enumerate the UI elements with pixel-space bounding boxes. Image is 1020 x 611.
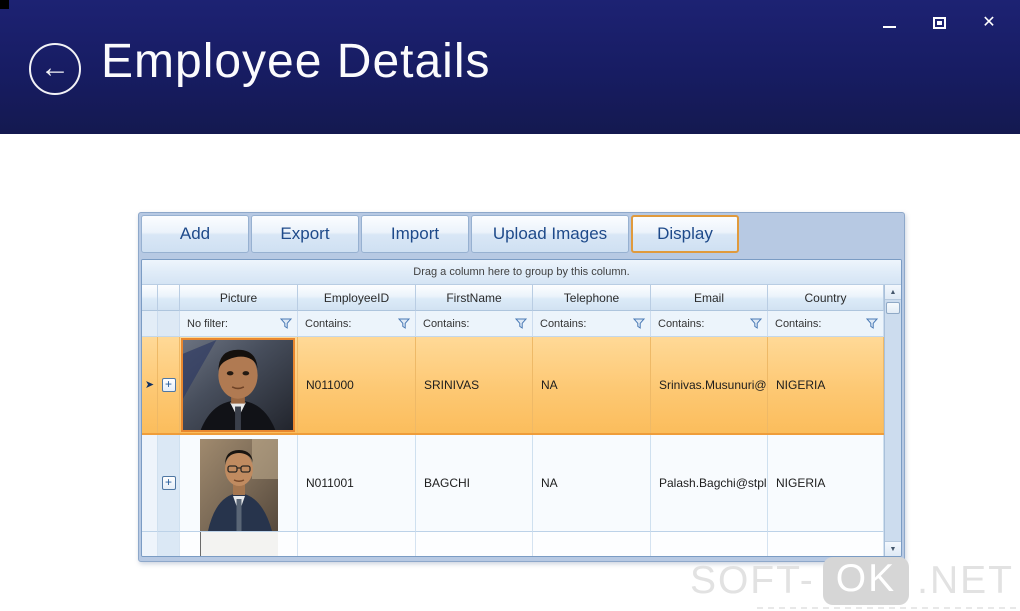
filter-firstname[interactable]: Contains:	[416, 311, 533, 337]
minimize-icon	[882, 26, 896, 28]
watermark-badge: OK	[822, 557, 910, 605]
filter-employeeid[interactable]: Contains:	[298, 311, 416, 337]
group-by-drop-area[interactable]: Drag a column here to group by this colu…	[142, 260, 901, 285]
employeeid-cell[interactable]: N011000	[298, 337, 416, 433]
column-header-row: Picture EmployeeID FirstName Telephone E…	[142, 285, 884, 311]
watermark-prefix: SOFT-	[689, 559, 815, 602]
filter-icon[interactable]	[280, 318, 292, 329]
column-header-employeeid[interactable]: EmployeeID	[298, 285, 416, 311]
back-button[interactable]: ←	[29, 43, 81, 95]
filter-country[interactable]: Contains:	[768, 311, 884, 337]
current-row-arrow-icon: ➤	[144, 378, 155, 391]
country-cell[interactable]	[768, 532, 884, 556]
country-cell[interactable]: NIGERIA	[768, 435, 884, 532]
table-row-selected[interactable]: ➤ + N011000 SRINIVAS NA Srinivas.Musunur…	[142, 337, 884, 435]
telephone-cell[interactable]: NA	[533, 435, 651, 532]
row-indicator	[142, 532, 158, 556]
firstname-cell[interactable]: BAGCHI	[416, 435, 533, 532]
row-expander-cell: +	[158, 435, 180, 532]
column-header-telephone[interactable]: Telephone	[533, 285, 651, 311]
column-header-firstname[interactable]: FirstName	[416, 285, 533, 311]
table-row[interactable]: + N011001 BAGCHI NA Palash.Bagchi@stpl N…	[142, 435, 884, 532]
column-header-country[interactable]: Country	[768, 285, 884, 311]
table-row-partial[interactable]	[142, 532, 884, 556]
firstname-cell[interactable]	[416, 532, 533, 556]
titlebar: ← Employee Details ✕	[0, 0, 1020, 134]
employee-photo[interactable]	[200, 439, 278, 531]
page-title: Employee Details	[101, 35, 491, 88]
upload-images-button[interactable]: Upload Images	[471, 215, 629, 253]
filter-row: No filter: Contains: Contains: Contains:	[142, 311, 884, 337]
email-cell[interactable]: Srinivas.Musunuri@s...	[651, 337, 768, 433]
employee-grid: Drag a column here to group by this colu…	[141, 259, 902, 557]
vertical-scrollbar[interactable]: ▲ ▼	[884, 285, 901, 556]
back-arrow-icon: ←	[40, 50, 70, 84]
toolbar: Add Export Import Upload Images Display	[141, 215, 739, 253]
filter-icon[interactable]	[515, 318, 527, 329]
expander-header	[158, 285, 180, 311]
expand-row-button[interactable]: +	[161, 378, 176, 392]
picture-cell[interactable]	[180, 532, 298, 556]
row-expander-cell	[158, 532, 180, 556]
app-window: ← Employee Details ✕ Add Export Import U…	[0, 0, 1020, 611]
telephone-cell[interactable]	[533, 532, 651, 556]
filter-icon[interactable]	[866, 318, 878, 329]
firstname-cell[interactable]: SRINIVAS	[416, 337, 533, 433]
column-header-picture[interactable]: Picture	[180, 285, 298, 311]
watermark-suffix: .NET	[917, 559, 1014, 602]
maximize-icon	[932, 17, 946, 29]
window-controls: ✕	[871, 10, 1007, 36]
display-button[interactable]: Display	[631, 215, 739, 253]
filter-email[interactable]: Contains:	[651, 311, 768, 337]
import-button[interactable]: Import	[361, 215, 469, 253]
grid-content: Picture EmployeeID FirstName Telephone E…	[142, 285, 884, 556]
current-row-indicator: ➤	[142, 337, 158, 433]
maximize-button[interactable]	[921, 10, 957, 36]
watermark: SOFT- OK .NET	[690, 557, 1014, 605]
close-icon: ✕	[982, 14, 996, 31]
picture-cell[interactable]	[180, 435, 298, 532]
filter-expander-cell	[158, 311, 180, 337]
scrollbar-thumb[interactable]	[886, 302, 900, 314]
email-cell[interactable]	[651, 532, 768, 556]
row-expander-cell: +	[158, 337, 180, 433]
screen-corner-artifact	[0, 0, 9, 9]
scroll-down-button[interactable]: ▼	[885, 541, 901, 556]
employeeid-cell[interactable]	[298, 532, 416, 556]
employee-photo-partial	[200, 532, 278, 556]
expand-row-button[interactable]: +	[161, 476, 176, 490]
filter-icon[interactable]	[398, 318, 410, 329]
telephone-cell[interactable]: NA	[533, 337, 651, 433]
employee-grid-panel: Add Export Import Upload Images Display …	[138, 212, 905, 562]
watermark-dotted-line	[757, 607, 1017, 609]
filter-icon[interactable]	[750, 318, 762, 329]
row-indicator-header	[142, 285, 158, 311]
employee-photo[interactable]	[181, 338, 295, 432]
picture-cell[interactable]	[180, 337, 298, 433]
filter-picture[interactable]: No filter:	[180, 311, 298, 337]
country-cell[interactable]: NIGERIA	[768, 337, 884, 433]
employeeid-cell[interactable]: N011001	[298, 435, 416, 532]
minimize-button[interactable]	[871, 10, 907, 36]
row-indicator	[142, 435, 158, 532]
email-cell[interactable]: Palash.Bagchi@stplg...	[651, 435, 768, 532]
filter-telephone[interactable]: Contains:	[533, 311, 651, 337]
filter-icon[interactable]	[633, 318, 645, 329]
filter-indicator-cell	[142, 311, 158, 337]
export-button[interactable]: Export	[251, 215, 359, 253]
column-header-email[interactable]: Email	[651, 285, 768, 311]
add-button[interactable]: Add	[141, 215, 249, 253]
scroll-up-button[interactable]: ▲	[885, 285, 901, 300]
close-button[interactable]: ✕	[971, 10, 1007, 36]
